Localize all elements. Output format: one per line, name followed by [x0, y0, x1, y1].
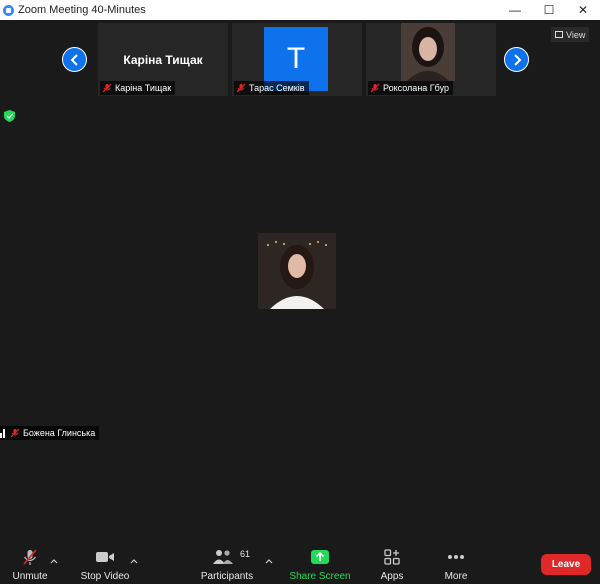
mic-muted-icon	[370, 83, 380, 93]
participants-label: Participants	[200, 571, 254, 582]
chevron-right-icon	[513, 53, 521, 66]
more-icon	[448, 555, 464, 559]
participants-icon	[213, 550, 233, 564]
apps-label: Apps	[380, 571, 404, 582]
participant-video	[401, 23, 455, 81]
participants-options-caret[interactable]	[265, 552, 273, 564]
audio-options-caret[interactable]	[50, 552, 58, 564]
active-speaker-name: Божена Глинська	[23, 428, 96, 438]
video-options-caret[interactable]	[130, 552, 138, 564]
participant-name: Тарас Семків	[249, 83, 305, 93]
participant-name: Каріна Тищак	[115, 83, 172, 93]
close-button[interactable]: ✕	[566, 0, 600, 20]
participant-thumbnail[interactable]: Роксолана Гбур	[366, 23, 496, 96]
chevron-left-icon	[70, 53, 78, 66]
share-screen-button[interactable]: Share Screen	[288, 544, 352, 584]
participant-thumbnail[interactable]: T Тарас Семків	[232, 23, 362, 96]
chevron-up-icon	[50, 559, 58, 564]
active-speaker-name-tag: Божена Глинська	[0, 426, 100, 440]
participant-name-tag: Роксолана Гбур	[368, 81, 454, 95]
window-controls: — ☐ ✕	[498, 0, 600, 20]
maximize-button[interactable]: ☐	[532, 0, 566, 20]
participants-button[interactable]: 61 Participants	[198, 544, 256, 584]
view-label: View	[566, 29, 586, 40]
participant-name-tag: Тарас Семків	[234, 81, 309, 95]
title-bar: Zoom Meeting 40-Minutes — ☐ ✕	[0, 0, 600, 20]
participant-display-name: Каріна Тищак	[123, 53, 203, 67]
share-screen-icon	[311, 550, 329, 564]
unmute-button[interactable]: Unmute	[8, 544, 52, 584]
chevron-up-icon	[130, 559, 138, 564]
participant-thumbnail[interactable]: Каріна Тищак Каріна Тищак	[98, 23, 228, 96]
participants-count: 61	[240, 549, 251, 559]
mic-muted-icon	[102, 83, 112, 93]
stop-video-label: Stop Video	[80, 571, 130, 582]
zoom-app-icon	[3, 4, 14, 16]
shield-icon[interactable]	[4, 110, 15, 122]
apps-icon	[384, 549, 400, 565]
participant-name-tag: Каріна Тищак	[100, 81, 176, 95]
share-screen-label: Share Screen	[289, 571, 351, 582]
more-button[interactable]: More	[436, 544, 476, 584]
chevron-up-icon	[265, 559, 273, 564]
previous-page-button[interactable]	[62, 47, 87, 72]
mic-muted-icon	[10, 428, 20, 438]
active-speaker-video	[258, 233, 336, 309]
grid-icon	[555, 31, 563, 38]
view-button[interactable]: View	[551, 27, 590, 42]
leave-button[interactable]: Leave	[541, 554, 591, 575]
window-title: Zoom Meeting 40-Minutes	[18, 4, 146, 16]
apps-button[interactable]: Apps	[372, 544, 412, 584]
video-camera-icon	[96, 552, 114, 562]
mic-muted-icon	[23, 549, 37, 565]
next-page-button[interactable]	[504, 47, 529, 72]
meeting-toolbar: Unmute Stop Video 61 Participants Share …	[0, 544, 600, 584]
participant-name: Роксолана Гбур	[383, 83, 450, 93]
mic-muted-icon	[236, 83, 246, 93]
more-label: More	[444, 571, 468, 582]
audio-level-icon	[0, 428, 7, 438]
stop-video-button[interactable]: Stop Video	[78, 544, 132, 584]
minimize-button[interactable]: —	[498, 0, 532, 20]
unmute-label: Unmute	[12, 571, 48, 582]
